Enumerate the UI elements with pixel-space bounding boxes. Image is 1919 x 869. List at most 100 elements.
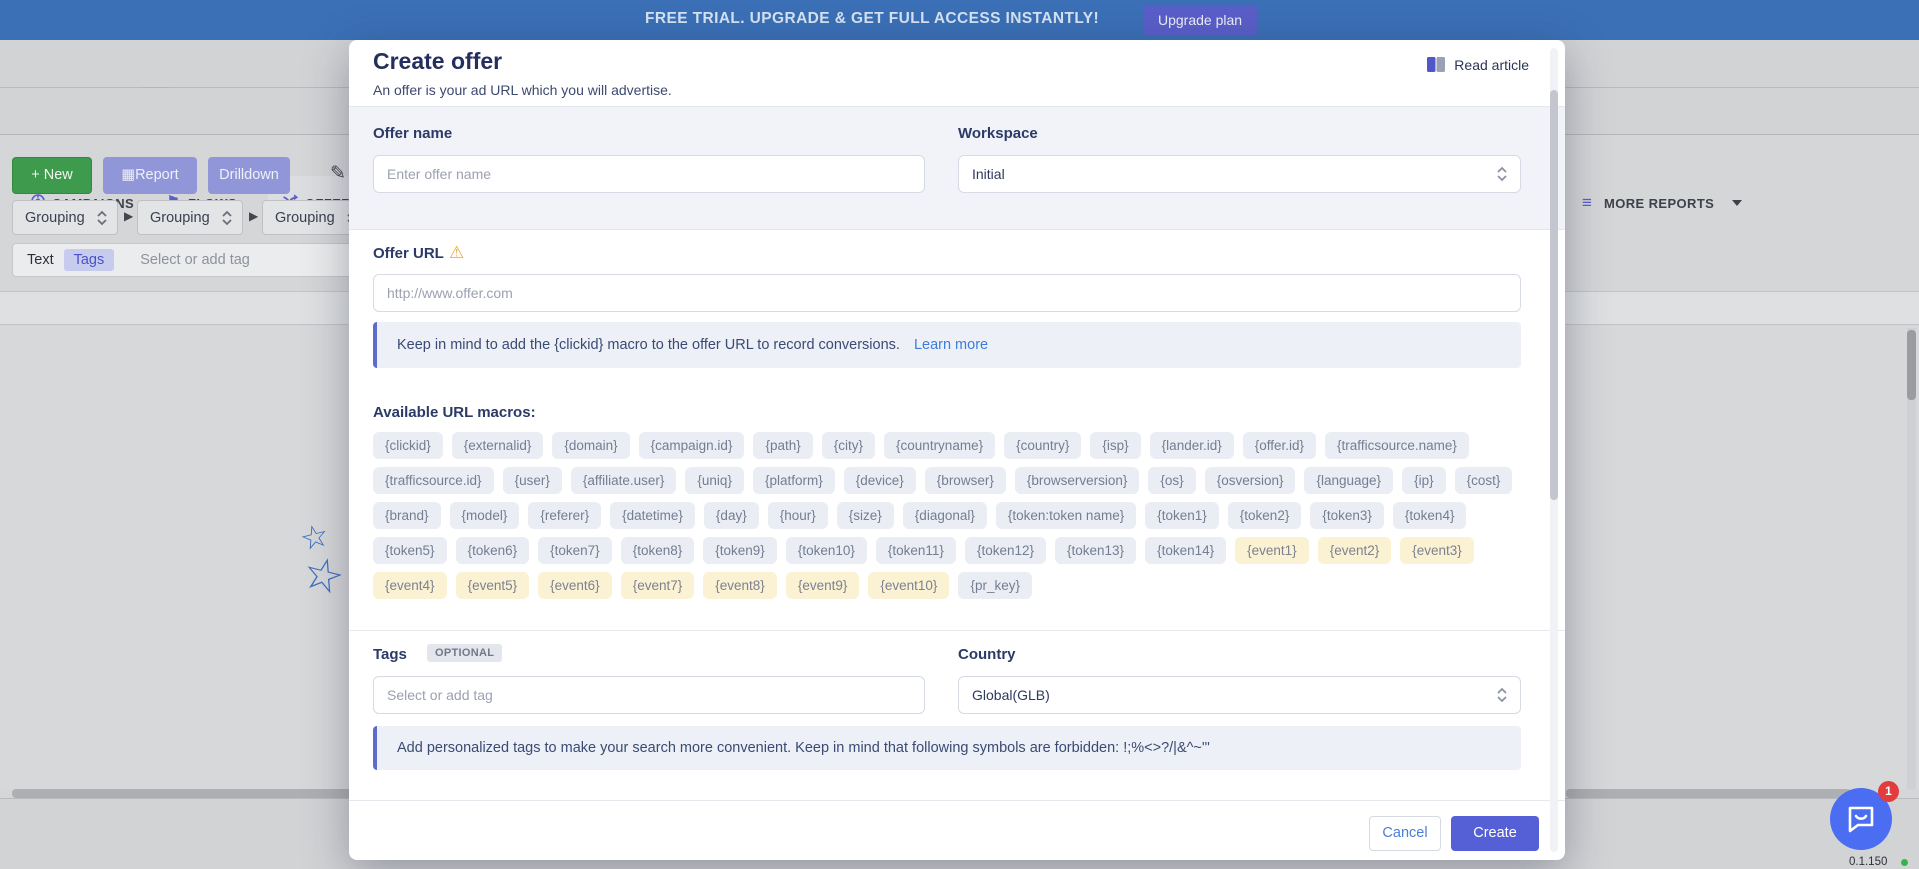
grouping-select-1[interactable]: Grouping <box>12 200 118 235</box>
macro-chip[interactable]: {event5} <box>456 572 530 599</box>
macro-chip[interactable]: {externalid} <box>452 432 544 459</box>
macro-chip[interactable]: {trafficsource.id} <box>373 467 494 494</box>
optional-badge: OPTIONAL <box>427 644 502 662</box>
macro-chip[interactable]: {event7} <box>621 572 695 599</box>
grouping-select-2[interactable]: Grouping <box>137 200 243 235</box>
offer-name-input[interactable]: Enter offer name <box>373 155 925 193</box>
macro-chip[interactable]: {campaign.id} <box>639 432 745 459</box>
macro-chip[interactable]: {device} <box>844 467 916 494</box>
macro-chip[interactable]: {event1} <box>1235 537 1309 564</box>
tags-input[interactable]: Select or add tag <box>373 676 925 714</box>
macro-chip[interactable]: {model} <box>450 502 520 529</box>
macro-chip[interactable]: {domain} <box>552 432 629 459</box>
macro-chip[interactable]: {day} <box>704 502 759 529</box>
macro-chip[interactable]: {event6} <box>538 572 612 599</box>
macro-chip[interactable]: {token3} <box>1310 502 1384 529</box>
modal-title: Create offer <box>373 48 502 75</box>
macro-chip[interactable]: {pr_key} <box>958 572 1032 599</box>
macro-chip[interactable]: {language} <box>1304 467 1393 494</box>
macro-chip[interactable]: {diagonal} <box>903 502 987 529</box>
report-button[interactable]: ▦Report <box>103 157 197 194</box>
macro-chip[interactable]: {token1} <box>1145 502 1219 529</box>
offer-url-input[interactable]: http://www.offer.com <box>373 274 1521 312</box>
tab-more-reports[interactable]: MORE REPORTS <box>1604 196 1714 211</box>
chat-unread-badge: 1 <box>1878 781 1899 802</box>
macro-chip[interactable]: {datetime} <box>610 502 695 529</box>
country-label: Country <box>958 646 1016 663</box>
macro-chip[interactable]: {event8} <box>703 572 777 599</box>
country-select[interactable]: Global(GLB) <box>958 676 1521 714</box>
macro-chip[interactable]: {token12} <box>965 537 1046 564</box>
macro-chip[interactable]: {browser} <box>925 467 1006 494</box>
cancel-button[interactable]: Cancel <box>1369 816 1441 851</box>
macro-chip[interactable]: {uniq} <box>685 467 744 494</box>
macro-chip[interactable]: {user} <box>503 467 562 494</box>
edit-pencil-icon[interactable]: ✎ <box>330 162 346 185</box>
macro-chip[interactable]: {token10} <box>786 537 867 564</box>
macro-chip[interactable]: {brand} <box>373 502 441 529</box>
macro-chip[interactable]: {token8} <box>621 537 695 564</box>
macro-chip[interactable]: {event3} <box>1400 537 1474 564</box>
warning-icon: ⚠ <box>449 243 464 263</box>
select-chevrons-icon <box>1497 687 1507 703</box>
macro-chip[interactable]: {cost} <box>1455 467 1513 494</box>
macro-chip[interactable]: {countryname} <box>884 432 995 459</box>
modal-footer-divider <box>349 800 1565 801</box>
read-article-link[interactable]: Read article <box>1426 56 1529 73</box>
learn-more-link[interactable]: Learn more <box>914 337 988 353</box>
macro-chip[interactable]: {size} <box>837 502 894 529</box>
tag-filter-input[interactable]: Select or add tag <box>140 252 250 268</box>
macro-chip[interactable]: {token13} <box>1055 537 1136 564</box>
workspace-select[interactable]: Initial <box>958 155 1521 193</box>
vertical-scrollbar-thumb[interactable] <box>1907 330 1916 400</box>
version-label: 0.1.150 <box>1849 856 1887 868</box>
macro-chip[interactable]: {event10} <box>868 572 949 599</box>
upgrade-plan-button[interactable]: Upgrade plan <box>1143 5 1257 35</box>
horizontal-scrollbar[interactable] <box>1566 789 1851 798</box>
trial-banner-text: FREE TRIAL. UPGRADE & GET FULL ACCESS IN… <box>645 10 1099 28</box>
macro-chip[interactable]: {lander.id} <box>1150 432 1234 459</box>
search-filter-box: Text Tags Select or add tag <box>12 243 352 277</box>
macro-chip[interactable]: {browserversion} <box>1015 467 1140 494</box>
macro-chip[interactable]: {platform} <box>753 467 835 494</box>
macro-chip[interactable]: {city} <box>822 432 875 459</box>
drilldown-button[interactable]: Drilldown <box>208 157 290 194</box>
macro-chip[interactable]: {referer} <box>528 502 601 529</box>
book-icon <box>1426 56 1446 73</box>
macro-chip[interactable]: {path} <box>753 432 812 459</box>
macro-chip[interactable]: {token9} <box>703 537 777 564</box>
available-macros-label: Available URL macros: <box>373 404 536 421</box>
macro-chip[interactable]: {clickid} <box>373 432 443 459</box>
modal-scrollbar-thumb[interactable] <box>1550 90 1558 500</box>
macro-chip[interactable]: {country} <box>1004 432 1081 459</box>
macro-chip[interactable]: {token:token name} <box>996 502 1136 529</box>
macro-chip[interactable]: {hour} <box>768 502 828 529</box>
macro-chip[interactable]: {event2} <box>1318 537 1392 564</box>
macro-chip[interactable]: {affiliate.user} <box>571 467 677 494</box>
macro-chip[interactable]: {trafficsource.name} <box>1325 432 1469 459</box>
filter-mode-tags[interactable]: Tags <box>64 249 115 271</box>
filter-mode-text[interactable]: Text <box>27 252 54 268</box>
macro-chip[interactable]: {token4} <box>1393 502 1467 529</box>
macro-chip[interactable]: {ip} <box>1402 467 1446 494</box>
create-offer-button[interactable]: Create offer <box>1451 816 1539 851</box>
new-button[interactable]: + New <box>12 157 92 194</box>
macro-chip[interactable]: {token6} <box>456 537 530 564</box>
select-chevrons-icon <box>1497 166 1507 182</box>
macro-chip[interactable]: {osversion} <box>1205 467 1296 494</box>
macro-chip[interactable]: {os} <box>1148 467 1195 494</box>
macro-chip[interactable]: {offer.id} <box>1243 432 1316 459</box>
macro-chip[interactable]: {event9} <box>786 572 860 599</box>
tags-note-alert: Add personalized tags to make your searc… <box>373 726 1521 770</box>
more-reports-icon: ≡ <box>1582 193 1592 213</box>
macro-chip[interactable]: {token5} <box>373 537 447 564</box>
create-offer-modal: Create offer An offer is your ad URL whi… <box>349 40 1565 860</box>
workspace-label: Workspace <box>958 125 1038 142</box>
macro-chip[interactable]: {token7} <box>538 537 612 564</box>
macro-chip[interactable]: {token2} <box>1228 502 1302 529</box>
macro-chip[interactable]: {event4} <box>373 572 447 599</box>
clickid-note-alert: Keep in mind to add the {clickid} macro … <box>373 322 1521 368</box>
macro-chip[interactable]: {token11} <box>876 537 956 564</box>
macro-chip[interactable]: {isp} <box>1090 432 1140 459</box>
macro-chip[interactable]: {token14} <box>1145 537 1226 564</box>
